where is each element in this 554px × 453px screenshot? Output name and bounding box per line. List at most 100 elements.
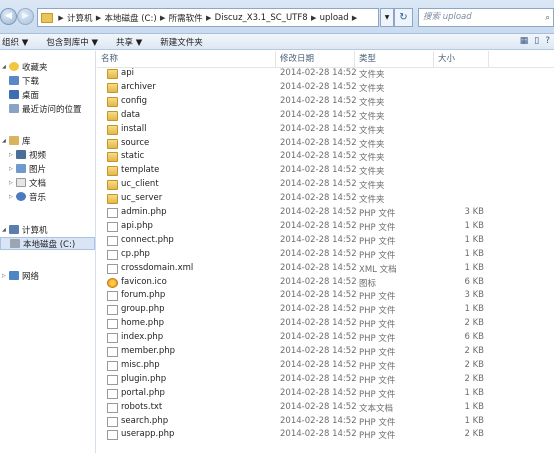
chevron-right-icon[interactable]: ▶ <box>93 14 105 22</box>
file-size: 1 KB <box>464 234 484 245</box>
expand-icon[interactable]: ◢ <box>2 138 9 144</box>
file-date: 2014-02-28 14:52 <box>280 262 357 273</box>
help-icon[interactable]: ? <box>545 36 550 46</box>
column-name[interactable]: 名称 <box>97 51 276 68</box>
search-input[interactable]: 搜索 upload ⌕ <box>418 8 554 27</box>
file-row[interactable]: index.php 2014-02-28 14:52 PHP 文件 6 KB <box>97 332 497 345</box>
share-button[interactable]: 共享 ▼ <box>116 36 142 48</box>
search-icon: ⌕ <box>545 13 550 23</box>
include-in-library-button[interactable]: 包含到库中 ▼ <box>46 36 98 48</box>
file-size: 1 KB <box>464 415 484 426</box>
chevron-right-icon[interactable]: ▶ <box>55 14 67 22</box>
php-file-icon <box>107 249 118 260</box>
preview-pane-icon[interactable]: ▯ <box>534 36 539 46</box>
file-date: 2014-02-28 14:52 <box>280 359 357 370</box>
nav-label: 本地磁盘 (C:) <box>23 239 76 250</box>
file-name: template <box>121 165 160 176</box>
file-date: 2014-02-28 14:52 <box>280 415 357 426</box>
file-row[interactable]: crossdomain.xml 2014-02-28 14:52 XML 文档 1 K… <box>97 263 497 276</box>
nav-desktop[interactable]: 桌面 <box>9 88 39 101</box>
nav-local-disk[interactable]: 本地磁盘 (C:) <box>0 237 95 250</box>
column-size[interactable]: 大小 <box>434 51 489 68</box>
file-row[interactable]: config 2014-02-28 14:52 文件夹 <box>97 96 497 109</box>
file-type: XML 文档 <box>359 264 397 275</box>
nav-documents[interactable]: ▷ 文档 <box>9 176 46 189</box>
file-row[interactable]: forum.php 2014-02-28 14:52 PHP 文件 3 KB <box>97 290 497 303</box>
file-row[interactable]: home.php 2014-02-28 14:52 PHP 文件 2 KB <box>97 318 497 331</box>
chevron-right-icon[interactable]: ▶ <box>349 14 361 22</box>
column-type[interactable]: 类型 <box>355 51 434 68</box>
php-file-icon <box>107 347 118 357</box>
file-name: source <box>121 137 150 148</box>
file-type: 文件夹 <box>359 83 385 94</box>
file-row[interactable]: member.php 2014-02-28 14:52 PHP 文件 2 KB <box>97 346 497 359</box>
file-name: uc_client <box>121 179 159 190</box>
file-row[interactable]: uc_server 2014-02-28 14:52 文件夹 <box>97 193 497 206</box>
breadcrumb-upload[interactable]: upload <box>320 13 349 23</box>
file-row[interactable]: connect.php 2014-02-28 14:52 PHP 文件 1 KB <box>97 235 497 248</box>
file-row[interactable]: install 2014-02-28 14:52 文件夹 <box>97 124 497 137</box>
file-row[interactable]: group.php 2014-02-28 14:52 PHP 文件 1 KB <box>97 304 497 317</box>
chevron-right-icon[interactable]: ▶ <box>203 14 215 22</box>
address-dropdown-button[interactable]: ▼ <box>380 8 394 27</box>
file-row[interactable]: favicon.ico 2014-02-28 14:52 图标 6 KB <box>97 277 497 290</box>
collapse-icon[interactable]: ▷ <box>9 152 16 158</box>
file-row[interactable]: robots.txt 2014-02-28 14:52 文本文档 1 KB <box>97 402 497 415</box>
new-folder-button[interactable]: 新建文件夹 <box>160 36 203 48</box>
file-date: 2014-02-28 14:52 <box>280 193 357 204</box>
refresh-button[interactable]: ↻ <box>394 8 413 27</box>
file-row[interactable]: api 2014-02-28 14:52 文件夹 <box>97 68 497 81</box>
file-row[interactable]: userapp.php 2014-02-28 14:52 PHP 文件 2 KB <box>97 429 497 442</box>
file-size: 2 KB <box>464 318 484 329</box>
nav-favorites[interactable]: ◢ 收藏夹 <box>2 60 48 73</box>
breadcrumb-software[interactable]: 所需软件 <box>169 12 203 24</box>
file-row[interactable]: static 2014-02-28 14:52 文件夹 <box>97 151 497 164</box>
expand-icon[interactable]: ◢ <box>2 64 9 70</box>
nav-label: 网络 <box>22 271 40 282</box>
breadcrumb-local-disk[interactable]: 本地磁盘 (C:) <box>105 12 157 24</box>
collapse-icon[interactable]: ▷ <box>2 273 9 279</box>
nav-downloads[interactable]: 下载 <box>9 74 39 87</box>
nav-videos[interactable]: ▷ 视频 <box>9 148 46 161</box>
file-row[interactable]: portal.php 2014-02-28 14:52 PHP 文件 1 KB <box>97 388 497 401</box>
file-type: 文件夹 <box>359 97 385 108</box>
collapse-icon[interactable]: ▷ <box>9 166 16 172</box>
nav-computer[interactable]: ◢ 计算机 <box>2 223 48 236</box>
folder-icon <box>107 194 118 205</box>
star-icon <box>9 62 19 71</box>
organize-button[interactable]: 组织 ▼ <box>2 36 28 48</box>
collapse-icon[interactable]: ▷ <box>9 194 16 200</box>
nav-network[interactable]: ▷ 网络 <box>2 269 39 282</box>
file-row[interactable]: source 2014-02-28 14:52 文件夹 <box>97 138 497 151</box>
file-name: misc.php <box>121 359 160 370</box>
file-row[interactable]: admin.php 2014-02-28 14:52 PHP 文件 3 KB <box>97 207 497 220</box>
view-options-icon[interactable]: ▦ <box>520 36 529 46</box>
chevron-right-icon[interactable]: ▶ <box>308 14 320 22</box>
folder-icon <box>107 124 118 135</box>
file-row[interactable]: archiver 2014-02-28 14:52 文件夹 <box>97 82 497 95</box>
file-row[interactable]: plugin.php 2014-02-28 14:52 PHP 文件 2 KB <box>97 374 497 387</box>
chevron-right-icon[interactable]: ▶ <box>157 14 169 22</box>
back-button[interactable]: ◀ <box>0 8 17 25</box>
nav-pictures[interactable]: ▷ 图片 <box>9 162 46 175</box>
file-size: 2 KB <box>464 373 484 384</box>
nav-music[interactable]: ▷ 音乐 <box>9 190 46 203</box>
file-row[interactable]: cp.php 2014-02-28 14:52 PHP 文件 1 KB <box>97 249 497 262</box>
file-row[interactable]: uc_client 2014-02-28 14:52 文件夹 <box>97 179 497 192</box>
breadcrumb-discuz[interactable]: Discuz_X3.1_SC_UTF8 <box>215 13 308 23</box>
file-row[interactable]: template 2014-02-28 14:52 文件夹 <box>97 165 497 178</box>
breadcrumb[interactable]: ▶ 计算机 ▶ 本地磁盘 (C:) ▶ 所需软件 ▶ Discuz_X3.1_S… <box>37 8 379 27</box>
nav-libraries[interactable]: ◢ 库 <box>2 134 31 147</box>
file-row[interactable]: data 2014-02-28 14:52 文件夹 <box>97 110 497 123</box>
breadcrumb-computer[interactable]: 计算机 <box>67 12 93 24</box>
file-list: api 2014-02-28 14:52 文件夹 archiver 2014-02-28… <box>97 68 554 453</box>
file-row[interactable]: search.php 2014-02-28 14:52 PHP 文件 1 KB <box>97 416 497 429</box>
file-row[interactable]: misc.php 2014-02-28 14:52 PHP 文件 2 KB <box>97 360 497 373</box>
file-name: plugin.php <box>121 373 167 384</box>
column-modified[interactable]: 修改日期 <box>276 51 355 68</box>
file-row[interactable]: api.php 2014-02-28 14:52 PHP 文件 1 KB <box>97 221 497 234</box>
expand-icon[interactable]: ◢ <box>2 227 9 233</box>
nav-recent[interactable]: 最近访问的位置 <box>9 102 82 115</box>
forward-button[interactable]: ▶ <box>17 8 34 25</box>
collapse-icon[interactable]: ▷ <box>9 180 16 186</box>
